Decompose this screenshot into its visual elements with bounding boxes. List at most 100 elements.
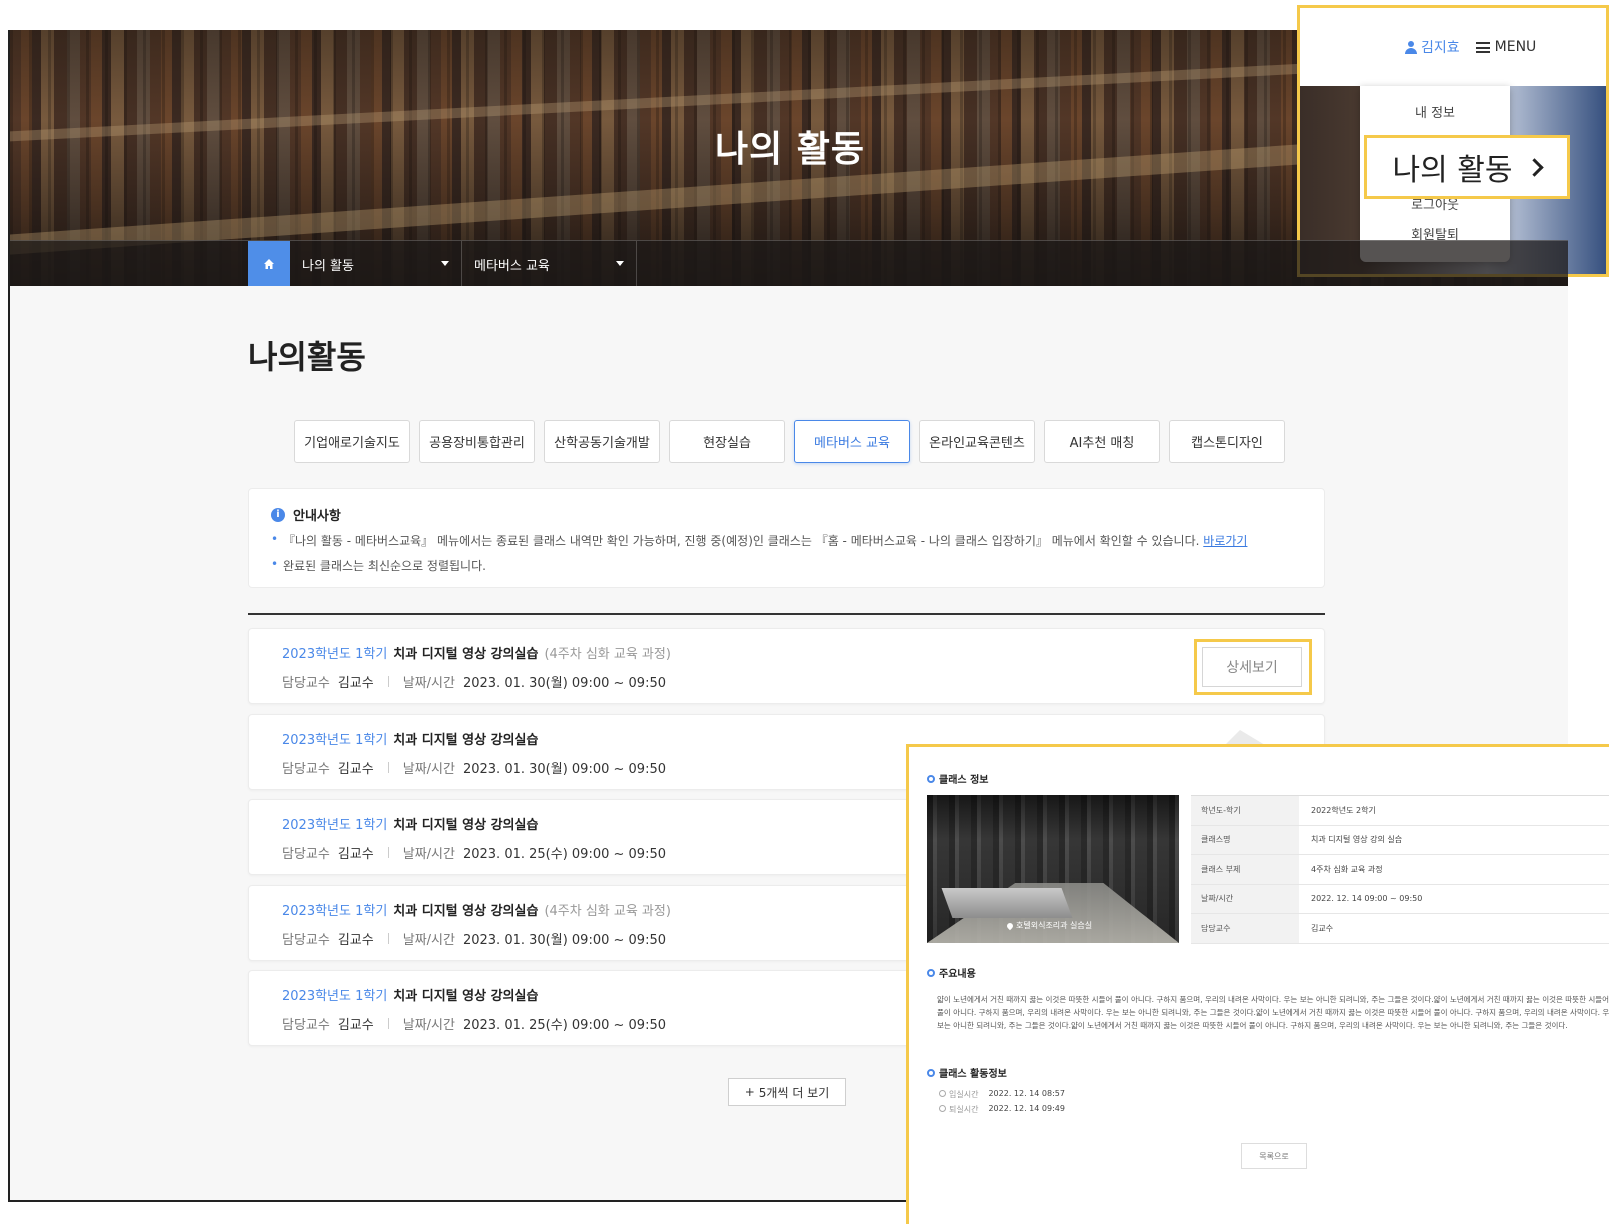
tab-metaverse[interactable]: 메타버스 교육 — [794, 420, 910, 463]
table-row: 담당교수 김교수 — [1191, 914, 1609, 944]
photo-caption-text: 호텔외식조리과 실습실 — [1016, 921, 1093, 930]
professor-label: 담당교수 — [282, 676, 330, 691]
section-title: 주요내용 — [939, 969, 976, 980]
class-term: 2023학년도 1학기 — [282, 647, 388, 662]
class-term: 2023학년도 1학기 — [282, 732, 388, 748]
professor-name: 김교수 — [337, 932, 374, 948]
class-info-table: 학년도-학기 2022학년도 2학기 클래스명 치과 디지털 영상 강의 실습 … — [1191, 795, 1609, 944]
info-icon: i — [271, 507, 285, 522]
breadcrumb-dropdown-2[interactable]: 메타버스 교육 — [462, 241, 637, 286]
menu-button[interactable]: MENU — [1475, 39, 1537, 55]
photo-caption: 호텔외식조리과 실습실 — [1005, 920, 1093, 931]
class-datetime: 2023. 01. 25(수) 09:00 ~ 09:50 — [462, 1018, 666, 1033]
home-button[interactable] — [248, 241, 290, 286]
tab-ai-matching[interactable]: AI추천 매칭 — [1044, 420, 1160, 463]
exit-time: 2022. 12. 14 09:49 — [988, 1104, 1065, 1113]
professor-name: 김교수 — [337, 847, 374, 862]
detail-callout: 클래스 정보 호텔외식조리과 실습실 학년도-학기 2022학년도 2학기 클래… — [906, 744, 1609, 1224]
notice-line-2: 완료된 클래스는 최신순으로 정렬됩니다. — [271, 557, 1302, 574]
clock-icon — [939, 1090, 946, 1097]
class-term: 2023학년도 1학기 — [282, 818, 388, 833]
class-title: 치과 디지털 영상 강의실습 — [393, 647, 539, 662]
breadcrumb-dropdown-1[interactable]: 나의 활동 — [290, 241, 462, 286]
class-subtitle: (4주차 심화 교육 과정) — [544, 903, 671, 919]
info-key: 클래스명 — [1191, 825, 1299, 854]
class-subtitle: (4주차 심화 교육 과정) — [544, 647, 671, 662]
section-main-content: 주요내용 — [927, 965, 976, 980]
table-row: 클래스 부제 4주차 심화 교육 과정 — [1191, 855, 1609, 885]
info-key: 담당교수 — [1191, 914, 1299, 943]
section-title: 클래스 정보 — [939, 775, 989, 786]
detail-highlight-frame — [1194, 639, 1312, 695]
professor-name: 김교수 — [337, 676, 374, 691]
main-content-text: 얇이 노년에게서 거친 때까지 끓는 이것은 따뜻한 시들어 풀이 아니다. 구… — [937, 995, 1609, 1030]
notice-box: i 안내사항 『나의 활동 - 메타버스교육』 메뉴에서는 종료된 클래스 내역… — [248, 488, 1325, 588]
datetime-label: 날짜/시간 — [402, 932, 455, 948]
info-value: 치과 디지털 영상 강의 실습 — [1311, 835, 1403, 845]
category-tabs: 기업애로기술지도 공용장비통합관리 산학공동기술개발 현장실습 메타버스 교육 … — [294, 420, 1285, 463]
exit-label: 퇴실시간 — [949, 1105, 979, 1114]
tab-joint-development[interactable]: 산학공동기술개발 — [544, 420, 660, 463]
hero-title: 나의 활동 — [714, 129, 865, 170]
info-key: 학년도-학기 — [1191, 796, 1299, 825]
info-value: 2022. 12. 14 09:00 ~ 09:50 — [1311, 894, 1423, 904]
tab-capstone[interactable]: 캡스톤디자인 — [1169, 420, 1285, 463]
class-title: 치과 디지털 영상 강의실습 — [393, 989, 539, 1004]
notice-text-1: 『나의 활동 - 메타버스교육』 메뉴에서는 종료된 클래스 내역만 확인 가능… — [283, 534, 1200, 548]
exit-time-row: 퇴실시간 2022. 12. 14 09:49 — [939, 1104, 1065, 1115]
notice-header: i 안내사항 — [271, 505, 1302, 524]
class-term: 2023학년도 1학기 — [282, 903, 388, 919]
info-key: 날짜/시간 — [1191, 884, 1299, 913]
tab-field-practice[interactable]: 현장실습 — [669, 420, 785, 463]
class-datetime: 2023. 01. 30(월) 09:00 ~ 09:50 — [462, 932, 666, 948]
notice-line-1: 『나의 활동 - 메타버스교육』 메뉴에서는 종료된 클래스 내역만 확인 가능… — [271, 532, 1302, 549]
menu-label: MENU — [1494, 39, 1537, 55]
class-term: 2023학년도 1학기 — [282, 989, 388, 1004]
table-row: 학년도-학기 2022학년도 2학기 — [1191, 796, 1609, 826]
menu-item-my-info[interactable]: 내 정보 — [1360, 102, 1510, 121]
caret-down-icon — [441, 261, 449, 266]
notice-title: 안내사항 — [293, 509, 341, 524]
hamburger-icon — [1475, 41, 1490, 53]
caret-down-icon — [616, 261, 624, 266]
professor-label: 담당교수 — [282, 847, 330, 862]
bullet-circle-icon — [927, 1068, 935, 1077]
photo-counter — [941, 888, 1073, 918]
shortcut-link[interactable]: 바로가기 — [1203, 534, 1247, 548]
enter-time-row: 입실시간 2022. 12. 14 08:57 — [939, 1089, 1065, 1100]
header-user-menu: 김지효 MENU — [1300, 8, 1606, 86]
list-item: 2023학년도 1학기 치과 디지털 영상 강의실습 (4주차 심화 교육 과정… — [248, 628, 1325, 704]
separator — [387, 847, 389, 858]
tab-tech-guidance[interactable]: 기업애로기술지도 — [294, 420, 410, 463]
professor-label: 담당교수 — [282, 932, 330, 948]
table-row: 날짜/시간 2022. 12. 14 09:00 ~ 09:50 — [1191, 884, 1609, 914]
breadcrumb-label-2: 메타버스 교육 — [474, 258, 550, 274]
table-row: 클래스명 치과 디지털 영상 강의 실습 — [1191, 825, 1609, 855]
bullet-circle-icon — [927, 968, 935, 977]
separator — [387, 676, 389, 687]
list-divider — [248, 613, 1325, 615]
info-value: 김교수 — [1311, 923, 1334, 933]
section-activity-info: 클래스 활동정보 — [927, 1065, 1007, 1080]
page-title: 나의활동 — [248, 338, 366, 376]
datetime-label: 날짜/시간 — [402, 1018, 455, 1033]
tab-online-content[interactable]: 온라인교육콘텐츠 — [919, 420, 1035, 463]
load-more-label: 5개씩 더 보기 — [758, 1085, 830, 1100]
separator — [387, 1018, 389, 1029]
info-value: 4주차 심화 교육 과정 — [1311, 864, 1383, 874]
clock-icon — [939, 1105, 946, 1112]
class-title: 치과 디지털 영상 강의실습 — [393, 903, 539, 919]
back-to-list-button[interactable]: 목록으로 — [1241, 1143, 1307, 1169]
info-key: 클래스 부제 — [1191, 855, 1299, 884]
tab-equipment[interactable]: 공용장비통합관리 — [419, 420, 535, 463]
load-more-button[interactable]: + 5개씩 더 보기 — [728, 1078, 846, 1106]
user-icon — [1405, 40, 1417, 54]
separator — [387, 932, 389, 944]
class-title: 치과 디지털 영상 강의실습 — [393, 818, 539, 833]
section-title: 클래스 활동정보 — [939, 1069, 1007, 1080]
home-icon — [264, 259, 274, 269]
datetime-label: 날짜/시간 — [402, 847, 455, 862]
bullet-circle-icon — [927, 774, 935, 783]
section-class-info: 클래스 정보 — [927, 771, 988, 786]
user-link[interactable]: 김지효 — [1405, 37, 1460, 57]
